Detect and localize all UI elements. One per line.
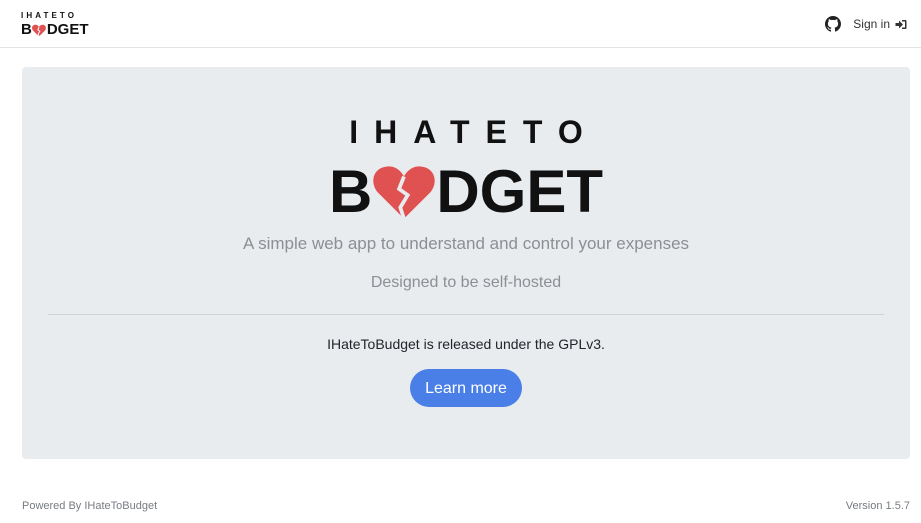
hero-divider [48,314,884,315]
learn-more-button[interactable]: Learn more [410,369,522,407]
hero-logo-letters-dget: DGET [436,158,603,225]
hero-subtitle: Designed to be self-hosted [370,274,562,291]
github-icon [825,16,842,32]
sign-in-label: Sign in [853,17,890,31]
footer-powered-by: Powered By IHateToBudget [22,500,158,512]
navbar-right: Sign in [825,14,907,34]
brand-logo-bottom-word: B DGET [21,22,89,38]
footer-version: Version 1.5.7 [845,500,910,512]
hero-logo: IHATETO B DGET [22,114,910,224]
license-text: IHateToBudget is released under the GPLv… [327,336,605,352]
brand-logo-top-word: IHATETO [21,11,78,20]
brand-logo-letters-dget: DGET [46,21,89,38]
hero-tagline: A simple web app to understand and contr… [242,234,690,253]
hero-logo-bottom-word: B DGET [22,162,910,222]
hero-logo-top-word: IHATETO [349,114,599,150]
broken-heart-icon [32,24,47,37]
brand-logo-letter-b: B [21,21,32,38]
sign-in-link[interactable]: Sign in [853,17,907,31]
brand-logo-link[interactable]: IHATETO B DGET [21,12,91,38]
broken-heart-icon [373,166,436,220]
navbar: IHATETO B DGET Sign in [0,0,921,48]
hero-jumbotron: IHATETO B DGET A simple web app to under… [22,67,910,459]
sign-in-icon [895,19,907,29]
github-link[interactable] [825,16,842,32]
hero-logo-letter-b: B [328,158,373,225]
